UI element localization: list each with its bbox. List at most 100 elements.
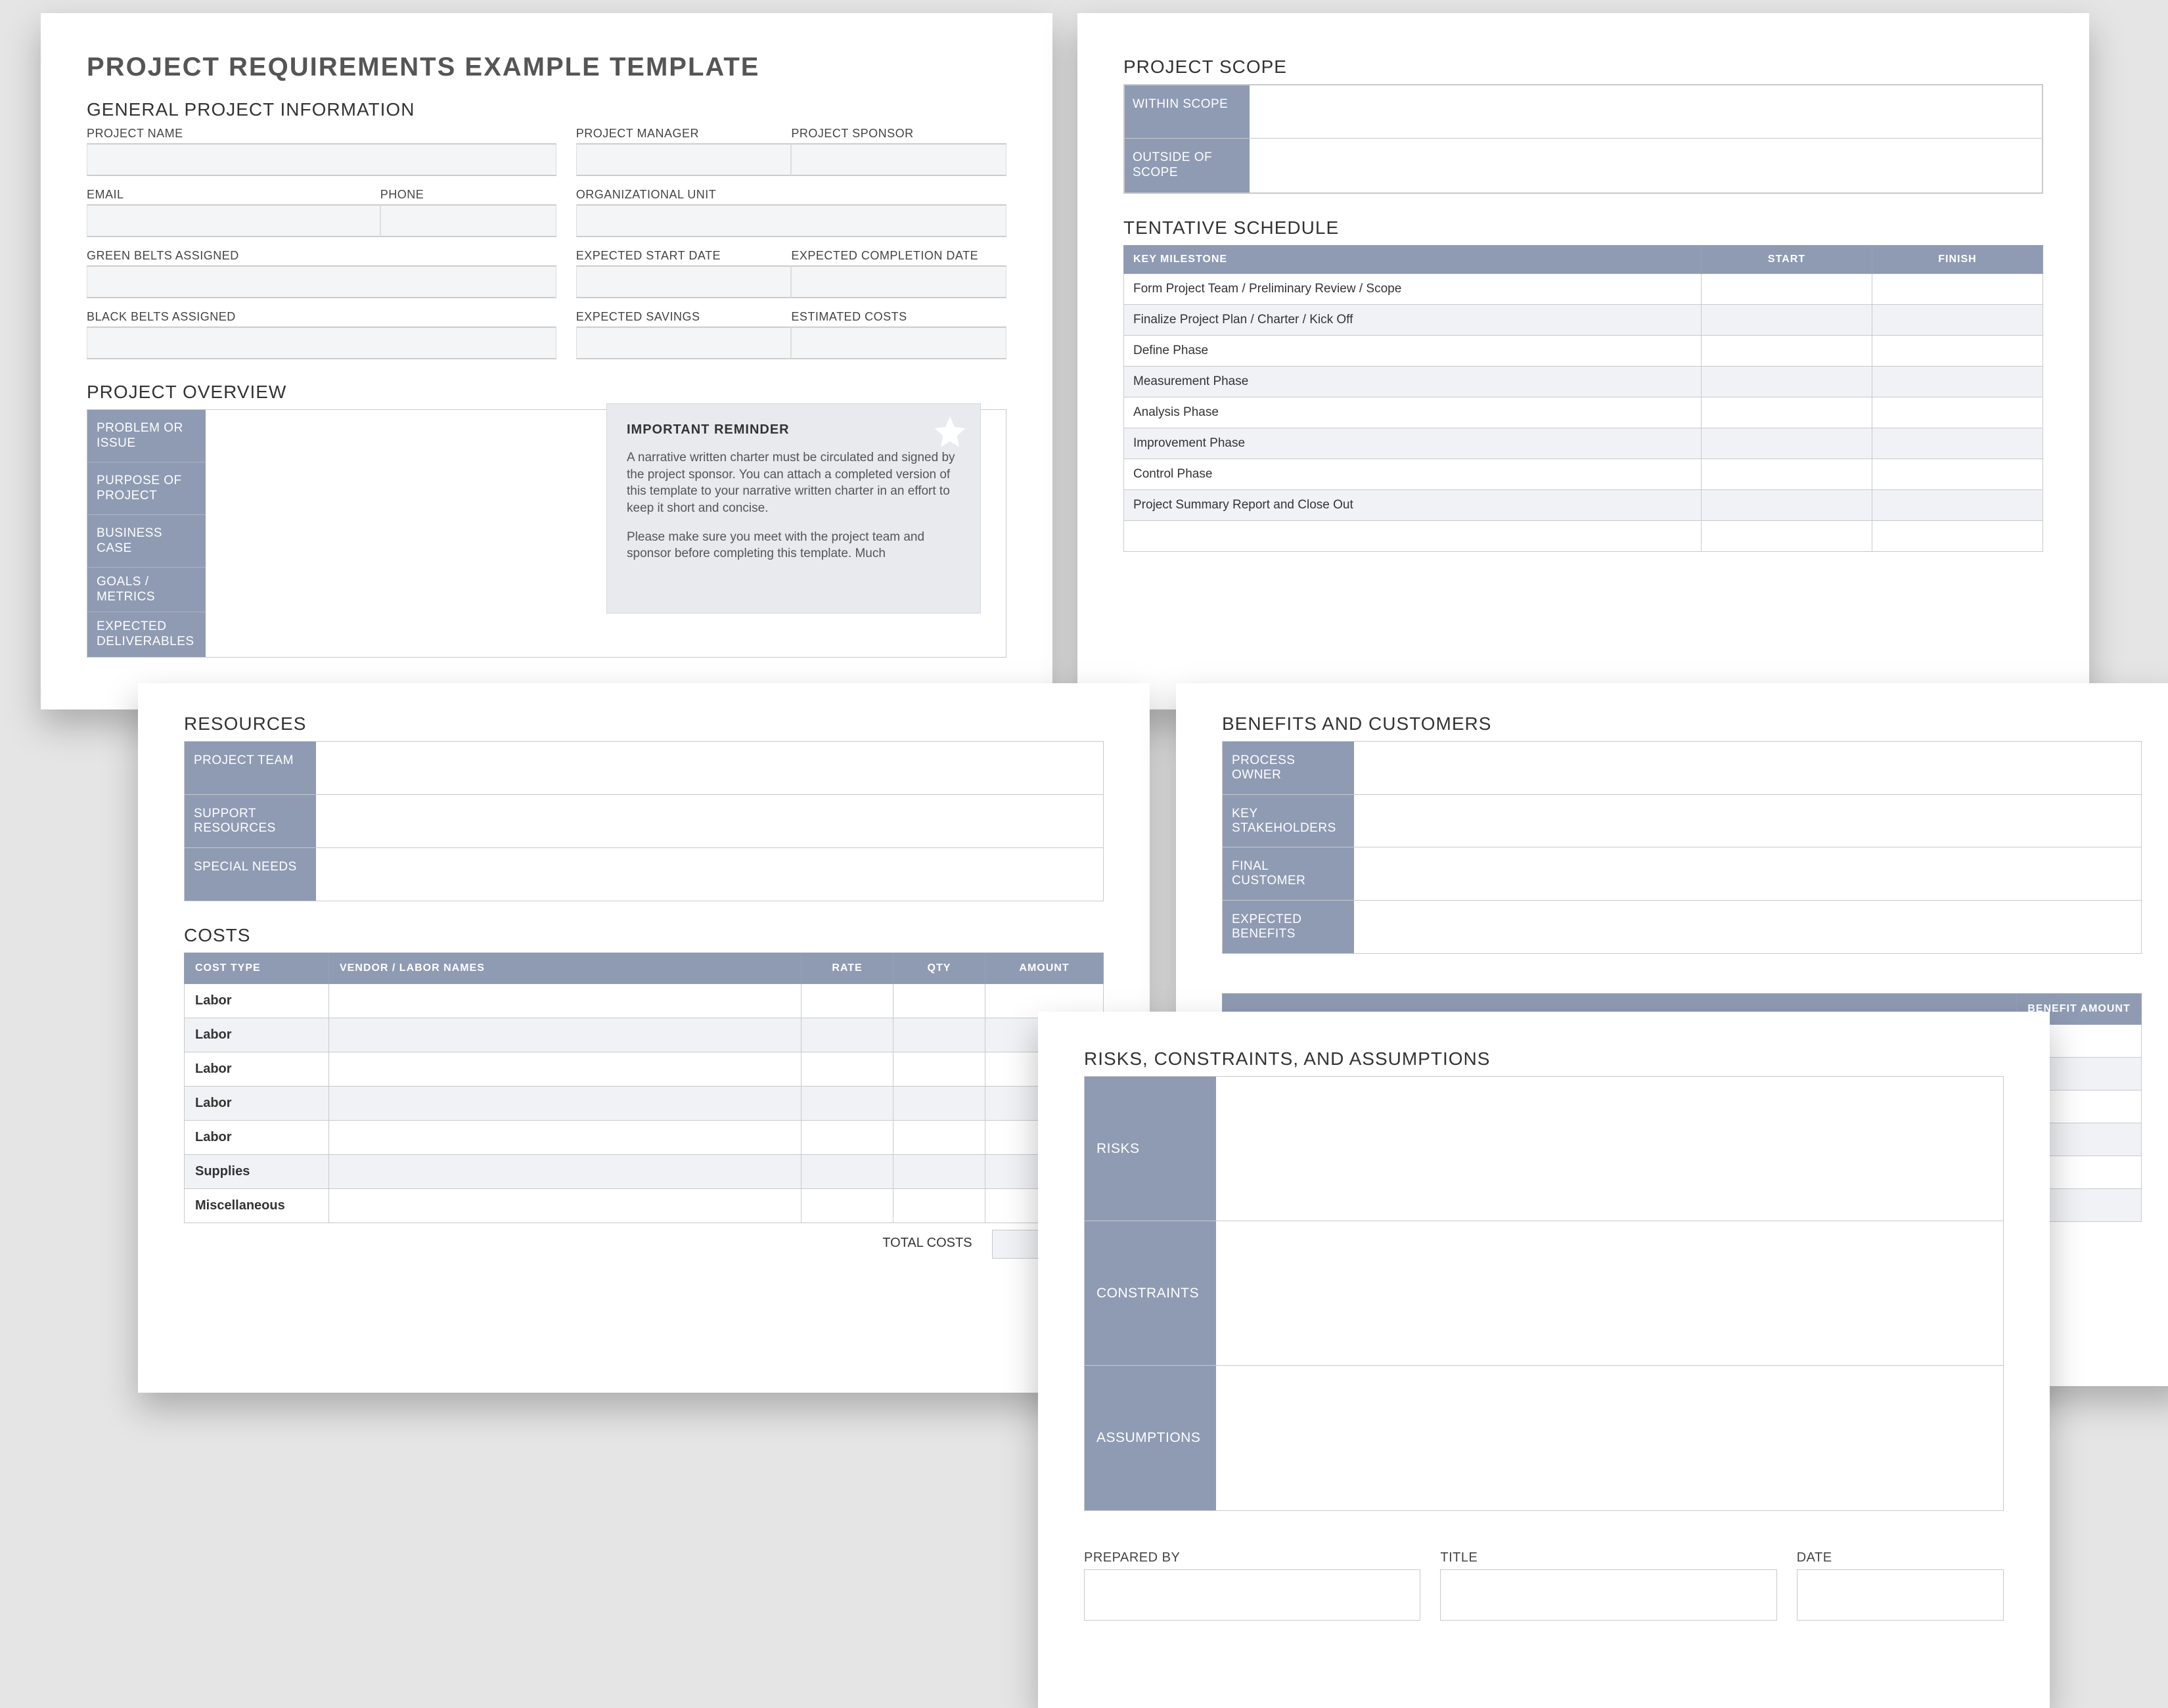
start-cell[interactable] (1702, 459, 1872, 489)
res-special-body[interactable] (316, 848, 1103, 901)
cost-cell[interactable] (329, 1087, 802, 1121)
title-label: TITLE (1440, 1550, 1776, 1569)
ben-expected-body[interactable] (1354, 901, 2141, 953)
input-green-belts[interactable] (87, 265, 556, 298)
within-scope-body[interactable] (1250, 85, 2042, 138)
th-rate: RATE (802, 953, 893, 984)
label-project-manager: PROJECT MANAGER (576, 127, 792, 143)
cost-cell[interactable] (329, 1189, 802, 1223)
input-project-sponsor[interactable] (791, 143, 1006, 176)
cost-cell[interactable] (329, 1121, 802, 1155)
assumptions-body[interactable] (1216, 1366, 2003, 1510)
input-org-unit[interactable] (576, 204, 1006, 237)
constraints-body[interactable] (1216, 1221, 2003, 1365)
cost-cell[interactable] (802, 1121, 893, 1155)
cost-type-cell: Labor (185, 1087, 329, 1121)
th-vendor: VENDOR / LABOR NAMES (329, 953, 802, 984)
resources-heading: RESOURCES (184, 709, 1104, 741)
input-exp-start[interactable] (576, 265, 792, 298)
cost-cell[interactable] (893, 1189, 985, 1223)
tab-deliver: EXPECTED DELIVERABLES (87, 612, 206, 657)
risks-body[interactable] (1216, 1077, 2003, 1221)
ben-stake-label: KEY STAKEHOLDERS (1223, 795, 1354, 847)
cost-cell[interactable] (802, 1052, 893, 1087)
input-project-manager[interactable] (576, 143, 792, 176)
res-support-body[interactable] (316, 795, 1103, 847)
start-cell[interactable] (1702, 489, 1872, 520)
cost-cell[interactable] (893, 1052, 985, 1087)
costs-row: Labor (185, 1087, 1104, 1121)
start-cell[interactable] (1702, 428, 1872, 459)
finish-cell[interactable] (1872, 304, 2043, 335)
milestone-cell: Control Phase (1124, 459, 1702, 489)
within-scope-label: WITHIN SCOPE (1125, 85, 1250, 138)
cost-type-cell: Labor (185, 1121, 329, 1155)
assumptions-label: ASSUMPTIONS (1085, 1366, 1216, 1510)
finish-cell[interactable] (1872, 335, 2043, 366)
input-phone[interactable] (380, 204, 556, 237)
ben-owner-body[interactable] (1354, 742, 2141, 794)
milestone-cell: Form Project Team / Preliminary Review /… (1124, 273, 1702, 304)
th-finish: FINISH (1872, 245, 2043, 273)
input-exp-savings[interactable] (576, 326, 792, 359)
cost-cell[interactable] (802, 1155, 893, 1189)
milestone-cell: Measurement Phase (1124, 366, 1702, 397)
cost-cell[interactable] (893, 984, 985, 1018)
th-start: START (1702, 245, 1872, 273)
input-email[interactable] (87, 204, 380, 237)
input-project-name[interactable] (87, 143, 556, 176)
ben-stake-body[interactable] (1354, 795, 2141, 847)
cost-cell[interactable] (329, 1018, 802, 1052)
finish-cell[interactable] (1872, 459, 2043, 489)
cost-cell[interactable] (893, 1155, 985, 1189)
start-cell[interactable] (1702, 397, 1872, 428)
finish-cell[interactable] (1872, 397, 2043, 428)
finish-cell[interactable] (1872, 428, 2043, 459)
res-team-body[interactable] (316, 742, 1103, 794)
cost-cell[interactable] (802, 1087, 893, 1121)
schedule-row: Analysis Phase (1124, 397, 2043, 428)
date-box[interactable] (1797, 1569, 2004, 1621)
cost-cell[interactable] (329, 1155, 802, 1189)
schedule-heading: TENTATIVE SCHEDULE (1123, 214, 2043, 245)
cost-type-cell: Labor (185, 984, 329, 1018)
milestone-cell: Improvement Phase (1124, 428, 1702, 459)
outside-scope-body[interactable] (1250, 139, 2042, 192)
input-black-belts[interactable] (87, 326, 556, 359)
title-box[interactable] (1440, 1569, 1776, 1621)
costs-table: COST TYPE VENDOR / LABOR NAMES RATE QTY … (184, 953, 1104, 1223)
finish-cell[interactable] (1872, 489, 2043, 520)
finish-cell[interactable] (1872, 366, 2043, 397)
risks-label: RISKS (1085, 1077, 1216, 1221)
start-cell[interactable] (1702, 304, 1872, 335)
tab-purpose: PURPOSE OF PROJECT (87, 462, 206, 515)
cost-cell[interactable] (893, 1121, 985, 1155)
finish-cell[interactable] (1872, 273, 2043, 304)
cost-cell[interactable] (329, 1052, 802, 1087)
schedule-row: Finalize Project Plan / Charter / Kick O… (1124, 304, 2043, 335)
cost-cell[interactable] (893, 1018, 985, 1052)
input-est-costs[interactable] (791, 326, 1006, 359)
milestone-cell: Analysis Phase (1124, 397, 1702, 428)
callout-title: IMPORTANT REMINDER (627, 422, 960, 449)
cost-cell[interactable] (802, 984, 893, 1018)
ben-final-body[interactable] (1354, 847, 2141, 900)
project-scope-heading: PROJECT SCOPE (1123, 53, 2043, 84)
start-cell[interactable] (1702, 273, 1872, 304)
cost-cell[interactable] (893, 1087, 985, 1121)
cost-cell[interactable] (802, 1018, 893, 1052)
constraints-label: CONSTRAINTS (1085, 1221, 1216, 1365)
input-exp-completion[interactable] (791, 265, 1006, 298)
cost-cell[interactable] (329, 984, 802, 1018)
benefits-heading: BENEFITS AND CUSTOMERS (1222, 709, 2142, 741)
cost-type-cell: Labor (185, 1018, 329, 1052)
start-cell[interactable] (1702, 335, 1872, 366)
start-cell[interactable] (1702, 366, 1872, 397)
callout-body-2: Please make sure you meet with the proje… (627, 529, 960, 562)
label-est-costs: ESTIMATED COSTS (791, 310, 1006, 326)
prepared-by-box[interactable] (1084, 1569, 1420, 1621)
label-project-sponsor: PROJECT SPONSOR (791, 127, 1006, 143)
star-icon (932, 413, 968, 450)
costs-row: Miscellaneous (185, 1189, 1104, 1223)
cost-cell[interactable] (802, 1189, 893, 1223)
